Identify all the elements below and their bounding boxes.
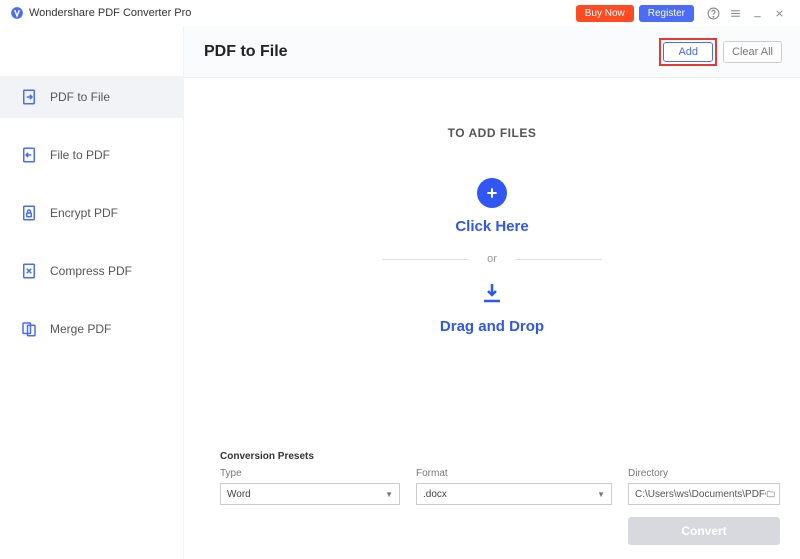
type-select[interactable]: Word ▼ <box>220 483 400 505</box>
directory-label: Directory <box>628 468 780 479</box>
format-select[interactable]: .docx ▼ <box>416 483 612 505</box>
menu-icon[interactable] <box>726 4 744 22</box>
file-to-pdf-icon <box>20 146 38 164</box>
dropzone-title: TO ADD FILES <box>448 126 537 140</box>
main: PDF to File Add Clear All TO ADD FILES C… <box>184 26 800 559</box>
or-divider: or <box>382 253 602 265</box>
clear-all-button[interactable]: Clear All <box>723 41 782 63</box>
app-logo-icon <box>10 6 24 20</box>
sidebar-item-label: Merge PDF <box>50 322 111 336</box>
directory-field[interactable]: C:\Users\ws\Documents\PDFConvert <box>628 483 780 505</box>
drag-drop-label: Drag and Drop <box>440 318 544 335</box>
sidebar: PDF to File File to PDF Encrypt PDF Comp… <box>0 26 184 559</box>
encrypt-pdf-icon <box>20 204 38 222</box>
convert-button[interactable]: Convert <box>628 517 780 545</box>
presets-title: Conversion Presets <box>220 451 780 462</box>
buy-now-button[interactable]: Buy Now <box>576 5 634 22</box>
chevron-down-icon: ▼ <box>385 490 393 499</box>
sidebar-item-file-to-pdf[interactable]: File to PDF <box>0 134 183 176</box>
directory-value: C:\Users\ws\Documents\PDFConvert <box>635 489 766 500</box>
compress-pdf-icon <box>20 262 38 280</box>
format-label: Format <box>416 468 612 479</box>
or-label: or <box>469 253 515 265</box>
help-icon[interactable] <box>704 4 722 22</box>
drop-zone[interactable]: TO ADD FILES Click Here or Drag and Drop <box>184 78 800 441</box>
footer: Conversion Presets Type Word ▼ Format .d… <box>184 441 800 559</box>
plus-icon <box>484 185 500 201</box>
main-header: PDF to File Add Clear All <box>184 26 800 78</box>
titlebar: Wondershare PDF Converter Pro Buy Now Re… <box>0 0 800 26</box>
add-button-highlight: Add <box>659 38 717 66</box>
click-here-label[interactable]: Click Here <box>455 218 528 235</box>
type-value: Word <box>227 489 251 500</box>
add-button[interactable]: Add <box>663 42 713 62</box>
sidebar-item-label: Compress PDF <box>50 264 132 278</box>
app-title: Wondershare PDF Converter Pro <box>29 7 191 19</box>
format-value: .docx <box>423 489 447 500</box>
sidebar-item-pdf-to-file[interactable]: PDF to File <box>0 76 183 118</box>
sidebar-item-compress-pdf[interactable]: Compress PDF <box>0 250 183 292</box>
page-title: PDF to File <box>204 43 288 61</box>
folder-icon[interactable] <box>766 488 775 500</box>
pdf-to-file-icon <box>20 88 38 106</box>
sidebar-item-encrypt-pdf[interactable]: Encrypt PDF <box>0 192 183 234</box>
add-plus-button[interactable] <box>477 178 507 208</box>
close-icon[interactable] <box>770 4 788 22</box>
download-icon <box>479 281 505 310</box>
sidebar-item-label: PDF to File <box>50 90 110 104</box>
register-button[interactable]: Register <box>639 5 694 22</box>
type-label: Type <box>220 468 400 479</box>
sidebar-item-label: File to PDF <box>50 148 110 162</box>
sidebar-item-label: Encrypt PDF <box>50 206 118 220</box>
minimize-icon[interactable] <box>748 4 766 22</box>
sidebar-item-merge-pdf[interactable]: Merge PDF <box>0 308 183 350</box>
merge-pdf-icon <box>20 320 38 338</box>
chevron-down-icon: ▼ <box>597 490 605 499</box>
